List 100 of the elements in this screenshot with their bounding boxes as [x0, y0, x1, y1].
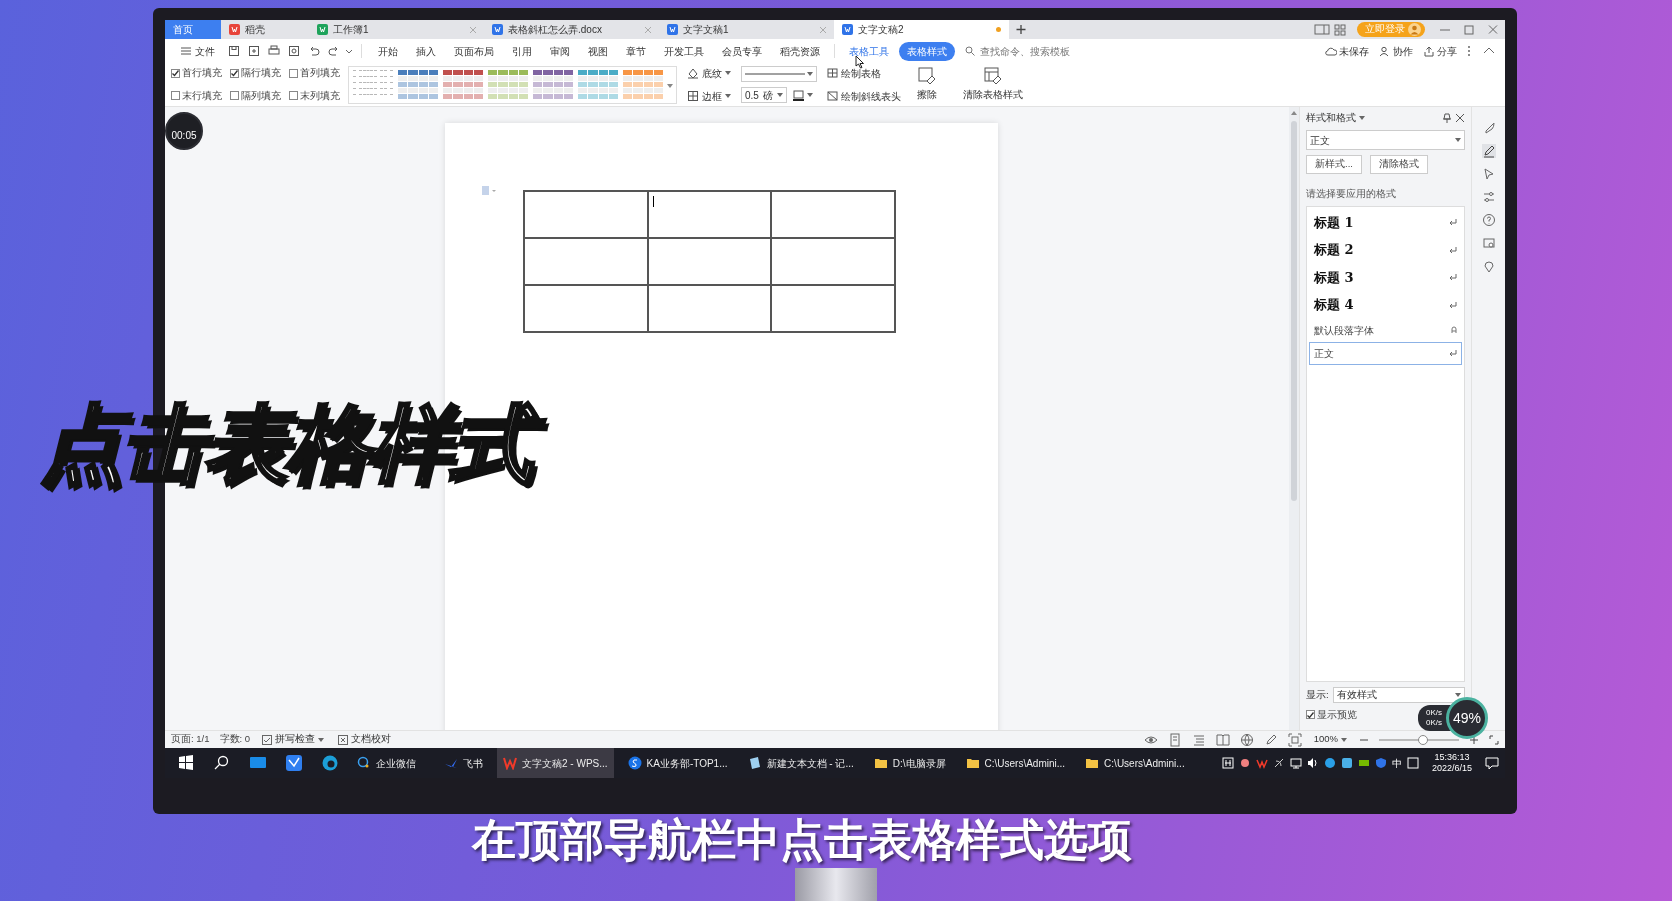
taskbar-app[interactable]: C:\Users\Admini...	[1079, 748, 1191, 778]
ribbon-tab[interactable]: 会员专享	[714, 41, 770, 61]
line-width-dropdown[interactable]: 0.5 磅	[741, 87, 787, 103]
toolbar-button[interactable]: 未保存	[1321, 41, 1373, 61]
app-icon[interactable]	[1340, 757, 1353, 769]
clear-style-button[interactable]: 清除表格样式	[957, 66, 1029, 103]
ribbon-tab[interactable]: 引用	[504, 41, 540, 61]
taskbar-app[interactable]: KA业务部-TOP1...	[621, 748, 734, 778]
checkbox[interactable]	[171, 91, 180, 101]
undo-icon[interactable]	[308, 45, 320, 57]
gpu-icon[interactable]	[1357, 757, 1370, 769]
table-cell[interactable]	[524, 191, 648, 238]
table-style-swatch[interactable]	[622, 68, 664, 101]
checkbox[interactable]	[1306, 710, 1315, 720]
browser-icon[interactable]	[1323, 757, 1336, 769]
zoom-slider-thumb[interactable]	[1418, 734, 1428, 745]
pen-icon[interactable]	[1481, 144, 1496, 158]
notification-icon[interactable]	[1485, 756, 1499, 770]
table-cell[interactable]	[771, 191, 895, 238]
ribbon-tab[interactable]: 开发工具	[656, 41, 712, 61]
table-style-swatch[interactable]	[487, 68, 529, 101]
checkbox-label[interactable]: 首行填充	[182, 66, 222, 81]
location-icon[interactable]	[1481, 259, 1496, 273]
ribbon-tab[interactable]: 表格工具	[841, 41, 897, 61]
table-style-swatch[interactable]	[577, 68, 619, 101]
fit-page-icon[interactable]	[1287, 732, 1302, 747]
image-icon[interactable]	[1481, 236, 1496, 250]
style-item[interactable]: 标题 3	[1309, 263, 1462, 292]
checkbox-label[interactable]: 隔行填充	[241, 66, 281, 81]
checkbox[interactable]	[289, 91, 298, 101]
style-item[interactable]: 标题 2	[1309, 236, 1462, 264]
toolbar-button[interactable]: 分享	[1419, 41, 1461, 61]
expand-icon[interactable]	[1489, 734, 1499, 745]
search-icon[interactable]	[213, 754, 231, 772]
table-cell[interactable]	[771, 285, 895, 332]
browser-icon[interactable]	[321, 754, 339, 772]
table-cell[interactable]	[524, 238, 648, 285]
ribbon-tab[interactable]: 页面布局	[446, 41, 502, 61]
proofread-button[interactable]: 文档校对	[336, 731, 394, 748]
help-icon[interactable]	[1481, 213, 1496, 227]
speaker-icon[interactable]	[1306, 757, 1319, 769]
export-icon[interactable]	[248, 45, 260, 57]
checkbox[interactable]	[289, 68, 298, 78]
toolbar-button[interactable]: 协作	[1375, 41, 1417, 61]
checkbox-label[interactable]: 显示预览	[1317, 707, 1357, 722]
taskbar-app[interactable]: C:\Users\Admini...	[959, 748, 1072, 778]
taskbar-app[interactable]: 企业微信	[351, 748, 422, 778]
window-tab[interactable]: 文字文稿2	[834, 20, 1009, 39]
window-tab[interactable]: 文字文稿1	[659, 20, 834, 39]
eraser-button[interactable]: 擦除	[911, 66, 943, 103]
spell-check-button[interactable]: 拼写检查	[260, 731, 327, 748]
start-icon[interactable]	[177, 754, 195, 772]
save-icon[interactable]	[228, 45, 240, 57]
table-cell[interactable]	[647, 191, 772, 238]
shield-icon[interactable]	[1374, 757, 1387, 769]
ribbon-button[interactable]: 绘制表格	[825, 64, 903, 82]
taskbar-app[interactable]: 文字文稿2 - WPS...	[497, 748, 614, 778]
line-style-dropdown[interactable]	[741, 66, 817, 82]
style-item[interactable]: 默认段落字体	[1309, 318, 1462, 342]
sliders-icon[interactable]	[1481, 190, 1496, 204]
checkbox-label[interactable]: 首列填充	[300, 66, 340, 81]
ime-indicator[interactable]: 中	[1391, 755, 1402, 771]
flower-icon[interactable]	[1238, 757, 1251, 769]
satellite-icon[interactable]	[1272, 757, 1285, 769]
zoom-dropdown[interactable]: 100%	[1311, 731, 1349, 748]
style-dropdown[interactable]: 正文	[1306, 130, 1465, 151]
table-cell[interactable]	[647, 238, 772, 285]
checkbox[interactable]	[230, 91, 239, 101]
ribbon-button[interactable]: 底纹	[685, 64, 733, 82]
table-cell[interactable]	[524, 285, 648, 332]
clear-format-button[interactable]: 清除格式	[1369, 155, 1428, 174]
pen-icon[interactable]	[1263, 732, 1278, 747]
book-icon[interactable]	[1215, 732, 1230, 747]
table-style-swatch[interactable]	[397, 68, 439, 101]
taskbar-app[interactable]: D:\电脑录屏	[867, 748, 952, 778]
table-cell[interactable]	[647, 285, 772, 332]
table-style-swatch[interactable]	[532, 68, 574, 101]
taskbar-app[interactable]: 新建文本文档 - 记...	[741, 748, 860, 778]
border-color-button[interactable]	[791, 88, 815, 102]
ribbon-tab[interactable]: 开始	[370, 41, 406, 61]
window-tab[interactable]: 首页	[165, 20, 221, 39]
checkbox[interactable]	[171, 68, 180, 78]
window-tab[interactable]: 表格斜杠怎么弄.docx	[484, 20, 659, 39]
scrollbar[interactable]	[1289, 107, 1299, 730]
ribbon-tab[interactable]: 插入	[408, 41, 444, 61]
show-dropdown[interactable]: 有效样式	[1332, 686, 1465, 703]
table-cell[interactable]	[771, 238, 895, 285]
style-item[interactable]: 正文	[1309, 341, 1462, 365]
ribbon-tab[interactable]: 表格样式	[899, 41, 955, 61]
checkbox-label[interactable]: 末列填充	[300, 88, 340, 103]
table-style-swatch[interactable]	[442, 68, 484, 101]
close-icon[interactable]	[1455, 113, 1465, 124]
checkbox[interactable]	[230, 68, 239, 78]
ribbon-tab[interactable]: 稻壳资源	[772, 41, 828, 61]
new-style-button[interactable]: 新样式...	[1306, 155, 1362, 174]
wps-logo-icon[interactable]	[1255, 757, 1268, 769]
print-preview-icon[interactable]	[288, 45, 300, 57]
file-menu[interactable]: 文件	[173, 41, 223, 61]
keyboard-icon[interactable]	[1221, 757, 1234, 769]
window-tab[interactable]: 工作簿1	[309, 20, 484, 39]
